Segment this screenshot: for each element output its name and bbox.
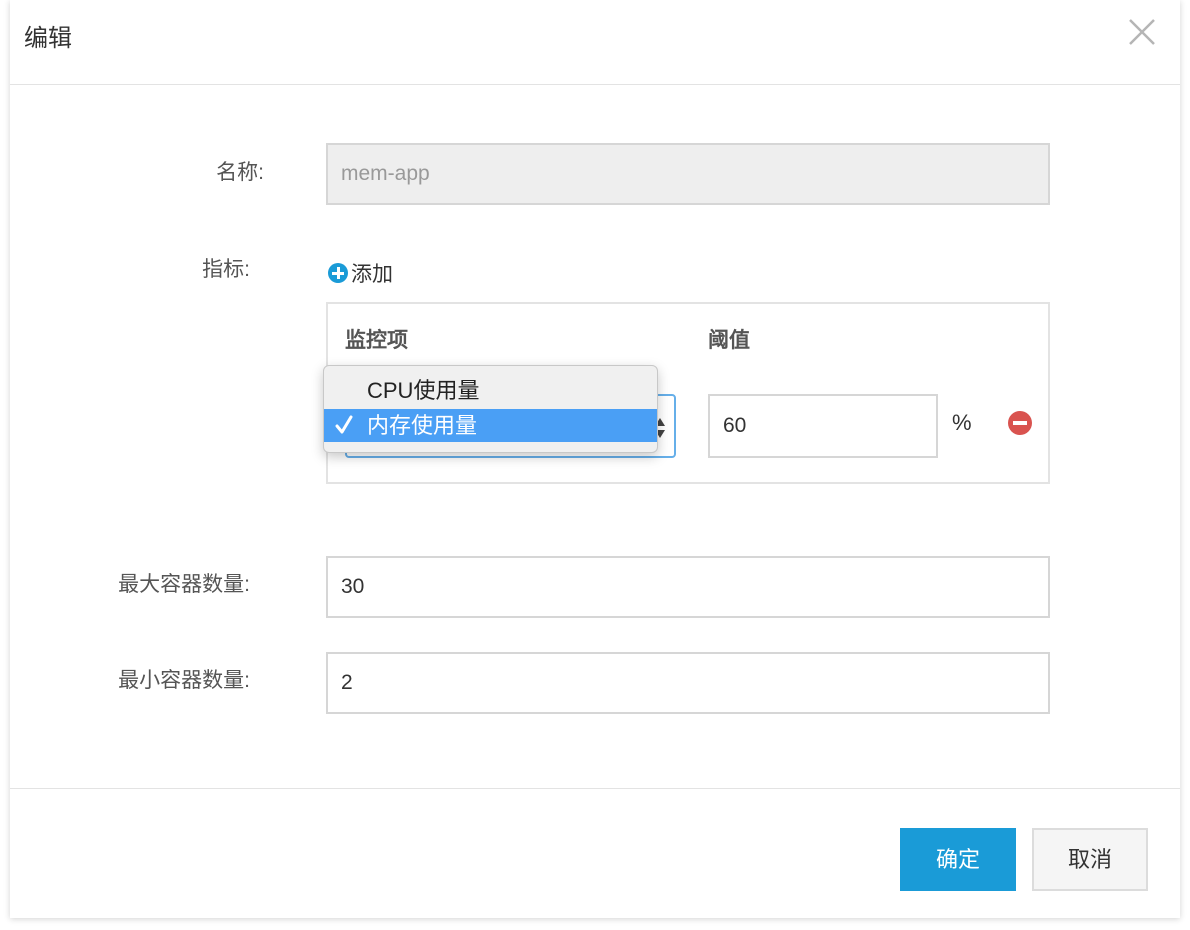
dialog-title: 编辑	[24, 25, 72, 52]
option-cpu[interactable]: CPU使用量	[324, 374, 657, 407]
option-label: 内存使用量	[367, 413, 478, 438]
close-icon[interactable]	[1126, 16, 1158, 48]
min-containers-label: 最小容器数量:	[118, 669, 250, 692]
monitor-dropdown: CPU使用量 内存使用量	[323, 365, 658, 453]
max-containers-label: 最大容器数量:	[118, 573, 250, 596]
threshold-column-header: 阈值	[708, 329, 750, 352]
min-containers-input[interactable]: 2	[326, 652, 1050, 714]
footer-divider	[10, 788, 1180, 789]
edit-dialog: 编辑 名称: mem-app 指标: 添加 监控项 阈值 60 % CPU使用量	[10, 0, 1180, 918]
checkmark-icon	[335, 415, 353, 434]
option-memory[interactable]: 内存使用量	[324, 409, 657, 442]
metrics-label: 指标:	[202, 258, 250, 281]
confirm-button[interactable]: 确定	[900, 828, 1016, 891]
add-metric-label: 添加	[351, 263, 393, 286]
name-label: 名称:	[216, 161, 264, 184]
minus-circle-icon[interactable]	[1008, 411, 1032, 435]
threshold-unit: %	[952, 410, 972, 435]
dialog-header: 编辑	[10, 0, 1180, 85]
monitor-column-header: 监控项	[345, 329, 408, 352]
name-input[interactable]: mem-app	[326, 143, 1050, 205]
option-label: CPU使用量	[367, 378, 480, 403]
threshold-input[interactable]: 60	[708, 394, 938, 458]
cancel-button[interactable]: 取消	[1032, 828, 1148, 891]
max-containers-input[interactable]: 30	[326, 556, 1050, 618]
add-metric-button[interactable]: 添加	[328, 259, 393, 287]
plus-circle-icon	[328, 263, 348, 283]
